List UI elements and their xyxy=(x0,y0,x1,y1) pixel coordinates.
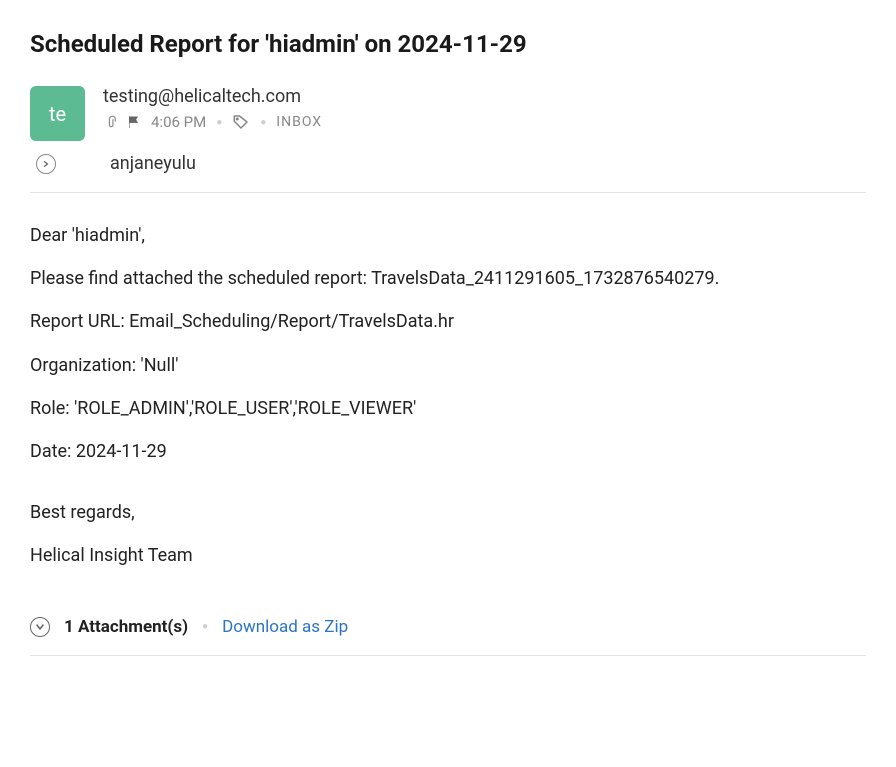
sender-avatar: te xyxy=(30,86,85,141)
attachment-icon xyxy=(103,113,117,131)
tag-icon[interactable] xyxy=(232,113,250,131)
flag-icon[interactable] xyxy=(127,114,141,130)
attachments-count-label: 1 Attachment(s) xyxy=(64,617,188,637)
recipient-row: anjaneyulu xyxy=(30,153,866,174)
body-date: Date: 2024-11-29 xyxy=(30,439,866,464)
body-signoff: Best regards, xyxy=(30,500,866,525)
header-divider xyxy=(30,192,866,193)
body-signature: Helical Insight Team xyxy=(30,543,866,568)
attachments-divider xyxy=(30,655,866,656)
separator-dot: ● xyxy=(202,621,208,632)
body-line-attachment: Please find attached the scheduled repor… xyxy=(30,266,866,291)
email-body: Dear 'hiadmin', Please find attached the… xyxy=(30,223,866,569)
attachments-toggle-icon[interactable] xyxy=(30,617,50,637)
folder-label[interactable]: INBOX xyxy=(276,114,322,130)
email-meta: 4:06 PM ● ● INBOX xyxy=(103,113,866,131)
body-greeting: Dear 'hiadmin', xyxy=(30,223,866,248)
recipient-name[interactable]: anjaneyulu xyxy=(110,153,196,174)
expand-recipients-icon[interactable] xyxy=(36,154,56,174)
from-address[interactable]: testing@helicaltech.com xyxy=(103,86,866,107)
avatar-initials: te xyxy=(49,102,66,126)
separator-dot: ● xyxy=(216,117,222,128)
body-organization: Organization: 'Null' xyxy=(30,353,866,378)
email-header: te testing@helicaltech.com 4:06 PM ● xyxy=(30,86,866,141)
separator-dot: ● xyxy=(260,117,266,128)
attachments-bar: 1 Attachment(s) ● Download as Zip xyxy=(30,609,866,637)
download-zip-link[interactable]: Download as Zip xyxy=(222,617,348,637)
body-role: Role: 'ROLE_ADMIN','ROLE_USER','ROLE_VIE… xyxy=(30,396,866,421)
email-subject: Scheduled Report for 'hiadmin' on 2024-1… xyxy=(30,30,866,58)
email-time: 4:06 PM xyxy=(151,113,206,131)
body-report-url: Report URL: Email_Scheduling/Report/Trav… xyxy=(30,309,866,334)
